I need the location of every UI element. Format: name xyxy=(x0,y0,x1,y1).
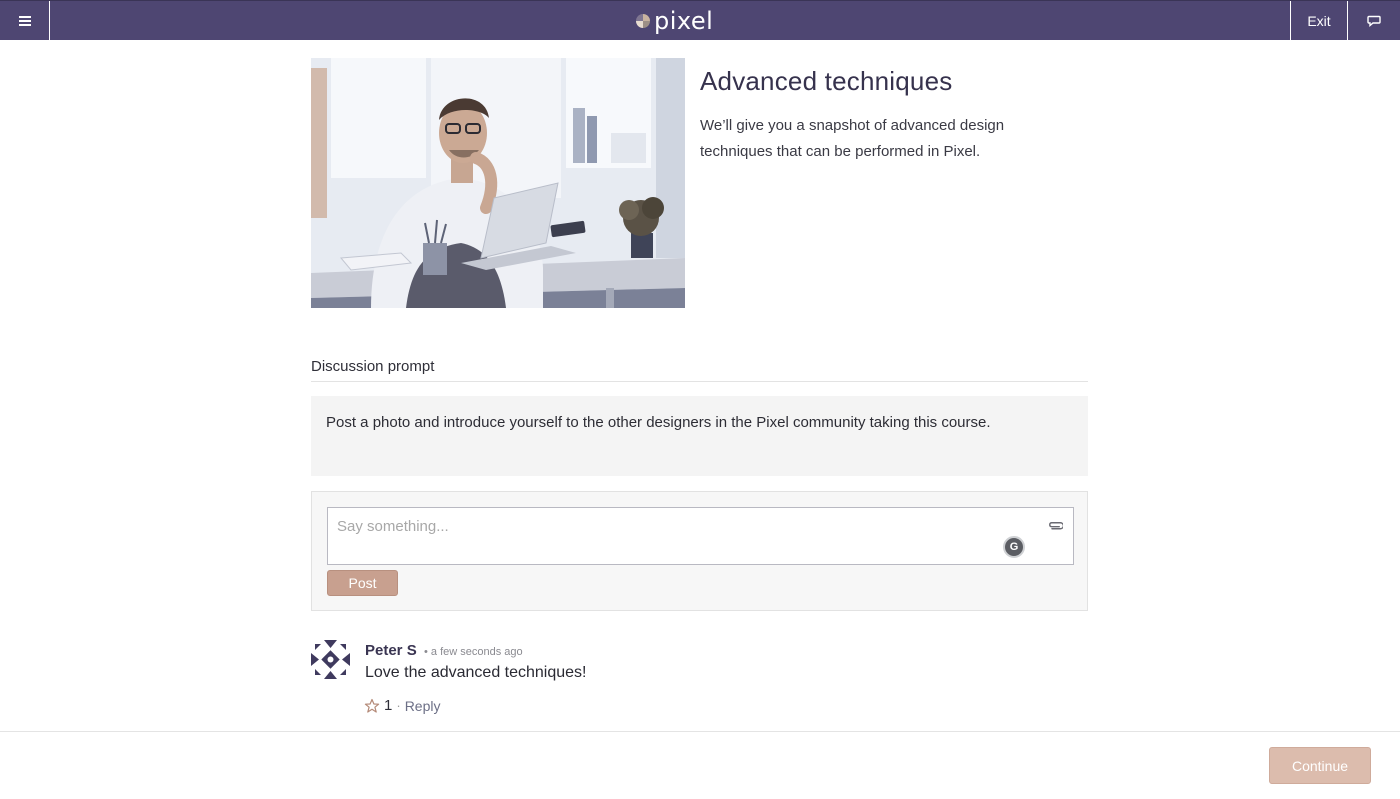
comment-input-wrapper: G xyxy=(327,507,1074,565)
hamburger-menu-icon xyxy=(18,16,31,26)
lesson-title: Advanced techniques xyxy=(700,66,953,96)
star-icon[interactable] xyxy=(364,698,380,714)
chat-button[interactable] xyxy=(1347,1,1400,41)
separator-dot: · xyxy=(396,698,401,713)
menu-button[interactable] xyxy=(0,1,50,41)
comment-actions: 1 · Reply xyxy=(364,697,440,714)
comment-input[interactable] xyxy=(337,518,987,535)
discussion-prompt-text: Post a photo and introduce yourself to t… xyxy=(311,396,1088,476)
grammarly-icon[interactable]: G xyxy=(1003,536,1025,558)
chat-bubble-icon xyxy=(1367,15,1381,27)
divider xyxy=(311,381,1088,382)
comment-timestamp: • a few seconds ago xyxy=(424,646,523,658)
exit-button[interactable]: Exit xyxy=(1290,1,1347,41)
post-button[interactable]: Post xyxy=(327,570,398,596)
like-count: 1 xyxy=(384,697,393,714)
logo: pixel xyxy=(636,5,713,37)
discussion-prompt-label: Discussion prompt xyxy=(311,358,435,375)
logo-text: pixel xyxy=(654,7,714,35)
comment-author[interactable]: Peter S xyxy=(365,642,417,659)
reply-link[interactable]: Reply xyxy=(405,698,441,714)
paperclip-icon[interactable] xyxy=(1047,517,1063,535)
lesson-hero-image xyxy=(311,58,685,308)
continue-button[interactable]: Continue xyxy=(1269,747,1371,784)
lesson-description: We’ll give you a snapshot of advanced de… xyxy=(700,117,1005,160)
top-bar: pixel Exit xyxy=(0,0,1400,41)
comment-composer: G Post xyxy=(311,491,1088,611)
comment-text: Love the advanced techniques! xyxy=(365,664,587,681)
footer-divider xyxy=(0,731,1400,732)
avatar xyxy=(311,640,350,679)
logo-mark-icon xyxy=(636,14,650,28)
